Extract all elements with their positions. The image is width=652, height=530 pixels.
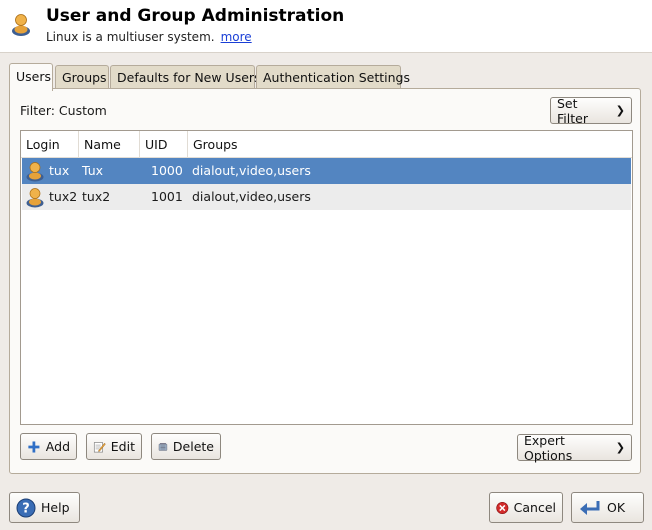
column-name[interactable]: Name [78, 131, 139, 157]
cell-groups: dialout,video,users [192, 163, 311, 178]
subtitle-text: Linux is a multiuser system. [46, 30, 215, 44]
edit-label: Edit [110, 439, 135, 454]
add-button[interactable]: Add [20, 433, 77, 460]
expert-options-label: Expert Options [524, 432, 573, 463]
cancel-icon [496, 501, 509, 514]
cell-groups: dialout,video,users [192, 189, 311, 204]
edit-pencil-icon [93, 441, 106, 452]
tab-defaults-new-users[interactable]: Defaults for New Users [110, 65, 261, 89]
dialog-header: User and Group Administration Linux is a… [0, 0, 652, 53]
column-groups[interactable]: Groups [187, 131, 487, 157]
add-label: Add [45, 439, 70, 454]
ok-button[interactable]: OK [571, 492, 644, 523]
expert-options-button[interactable]: Expert Options ❯ [517, 432, 632, 463]
ok-label: OK [607, 500, 626, 515]
enter-arrow-icon [580, 500, 600, 515]
plus-icon [28, 440, 40, 453]
svg-text:?: ? [22, 501, 30, 516]
page-subtitle: Linux is a multiuser system. more [46, 30, 252, 44]
cell-uid: 1001 [151, 189, 183, 204]
help-label: Help [41, 500, 70, 515]
tab-auth-label: Authentication Settings [263, 70, 411, 85]
set-filter-button[interactable]: Set Filter ❯ [550, 95, 632, 126]
chevron-down-icon: ❯ [615, 441, 625, 454]
cell-login: tux2 [49, 189, 78, 204]
tab-groups-label: Groups [62, 70, 107, 85]
page-title: User and Group Administration [46, 6, 345, 26]
tab-users-label: Users [16, 69, 52, 84]
delete-icon [158, 442, 168, 451]
user-icon [26, 162, 44, 182]
edit-button[interactable]: Edit [86, 433, 142, 460]
tab-users[interactable]: Users [9, 63, 53, 91]
table-row[interactable]: tux Tux 1000 dialout,video,users [22, 158, 631, 184]
tab-authentication-settings[interactable]: Authentication Settings [256, 65, 410, 89]
user-icon [26, 188, 44, 208]
set-filter-label: Set Filter [557, 95, 588, 126]
help-button[interactable]: ? Help [9, 492, 80, 523]
cell-uid: 1000 [151, 163, 183, 178]
column-login[interactable]: Login [21, 131, 78, 157]
users-table: Login Name UID Groups tux Tux 1000 dialo… [20, 130, 633, 425]
tab-defaults-label: Defaults for New Users [117, 70, 261, 85]
filter-label: Filter: Custom [20, 103, 107, 118]
table-row[interactable]: tux2 tux2 1001 dialout,video,users [22, 184, 631, 210]
help-icon: ? [16, 498, 36, 517]
cell-name: Tux [82, 163, 104, 178]
column-uid[interactable]: UID [139, 131, 187, 157]
user-icon [12, 14, 30, 36]
delete-button[interactable]: Delete [151, 433, 221, 460]
chevron-down-icon: ❯ [615, 104, 625, 117]
table-header: Login Name UID Groups [21, 131, 632, 158]
cancel-label: Cancel [513, 500, 556, 515]
cell-login: tux [49, 163, 70, 178]
users-panel: Filter: Custom Set Filter ❯ Login Name U… [9, 88, 641, 474]
cell-name: tux2 [82, 189, 111, 204]
tab-groups[interactable]: Groups [55, 65, 109, 89]
delete-label: Delete [172, 439, 214, 454]
more-link[interactable]: more [221, 30, 252, 44]
cancel-button[interactable]: Cancel [489, 492, 563, 523]
